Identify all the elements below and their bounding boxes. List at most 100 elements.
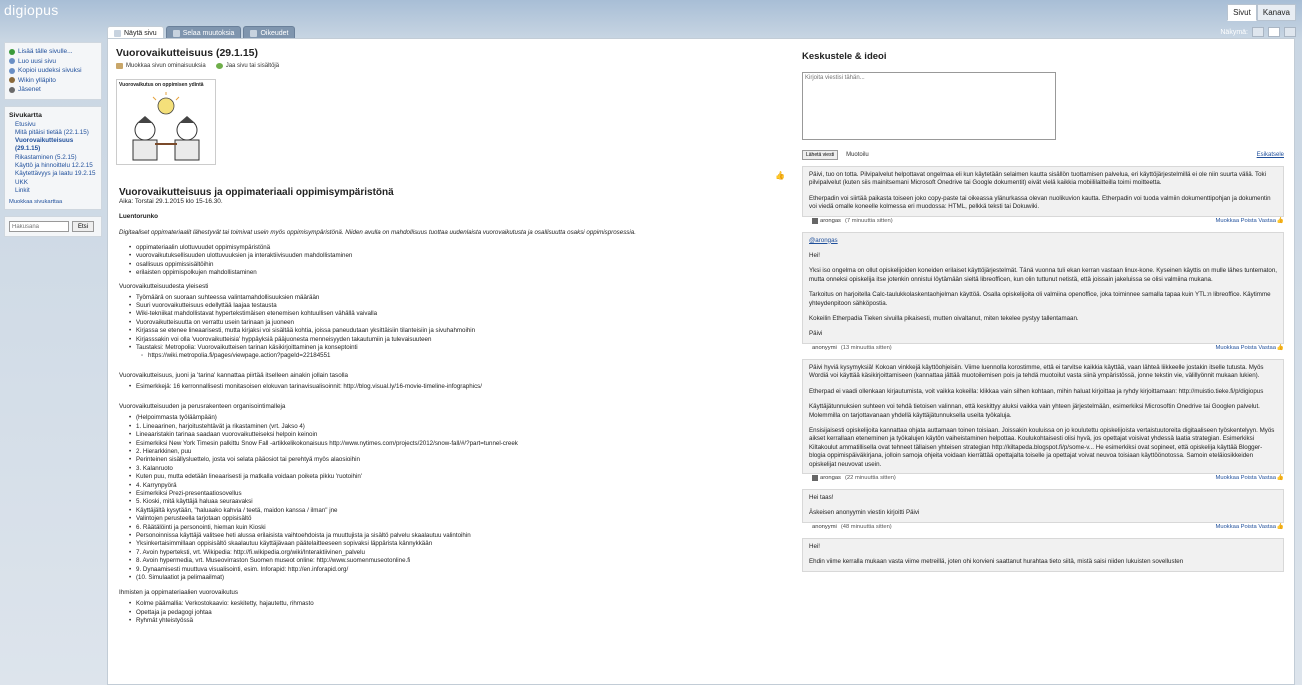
list-dimensions: oppimateriaalin ulottuvuudet oppimisympä… bbox=[129, 244, 776, 278]
send-button[interactable]: Lähetä viesti bbox=[802, 150, 839, 160]
sidebar-action[interactable]: Luo uusi sivu bbox=[9, 57, 97, 67]
main-panel: Vuorovaikutteisuus (29.1.15) Muokkaa siv… bbox=[107, 38, 1295, 685]
message-actions[interactable]: Muokkaa Poista Vastaa bbox=[1216, 345, 1276, 351]
thumbs-up-icon[interactable]: 👍 bbox=[775, 171, 785, 180]
page-content: Vuorovaikutteisuus (29.1.15) Muokkaa siv… bbox=[116, 45, 776, 626]
list-item: 5. Kioski, mitä käyttäjä haluaa seuraava… bbox=[129, 498, 776, 507]
chat-message: Päivi hyviä kysymyksiä! Kokoan vinkkejä … bbox=[802, 358, 1284, 474]
sidebar-action[interactable]: Jäsenet bbox=[9, 85, 97, 95]
chat-message: @arongas Hei! Yksi iso ongelma on ollut op… bbox=[802, 231, 1284, 344]
sitemap-list: Etusivu Mitä pitäisi tietää (22.1.15) Vuor… bbox=[9, 121, 97, 196]
view-split-icon[interactable] bbox=[1268, 27, 1280, 37]
share-link[interactable]: Jaa sivu tai sisältöjä bbox=[215, 63, 279, 69]
site-logo[interactable]: digiopus bbox=[4, 2, 59, 18]
section-general: Vuorovaikutteisuudesta yleisesti bbox=[119, 282, 209, 290]
action-icon bbox=[9, 48, 15, 55]
message-actions[interactable]: Muokkaa Poista Vastaa bbox=[1216, 475, 1276, 481]
list-item: Valintojen perusteella tarjotaan oppisis… bbox=[129, 515, 776, 524]
sidebar-action[interactable]: Wikin ylläpito bbox=[9, 76, 97, 86]
sitemap-item[interactable]: Käyttö ja hinnoittelu 12.2.15 bbox=[15, 162, 97, 170]
list-item: Taustaksi: Metropolia: Vuorovaikutteisen… bbox=[129, 344, 776, 353]
message-actions[interactable]: Muokkaa Poista Vastaa bbox=[1216, 218, 1276, 224]
message-paragraph: Etherpadin voi siirtää paikasta toiseen … bbox=[809, 194, 1271, 211]
section-heading: Vuorovaikutteisuus ja oppimateriaali opp… bbox=[119, 187, 394, 198]
tab-pages[interactable]: Sivut bbox=[1227, 4, 1257, 21]
tab-label: Oikeudet bbox=[260, 30, 289, 37]
sitemap-item[interactable]: UKK bbox=[15, 179, 97, 187]
page-icon bbox=[114, 30, 121, 37]
sitemap-item[interactable]: Rikastaminen (5.2.15) bbox=[15, 154, 97, 162]
avatar bbox=[812, 218, 818, 225]
message-paragraph: Käyttäjätunnuksien suhteen voi tehdä tie… bbox=[809, 403, 1260, 419]
sitemap-item[interactable]: Vuorovaikutteisuus (29.1.15) bbox=[15, 137, 97, 154]
image-caption: Vuorovaikutus on oppimisen ydintä bbox=[119, 82, 204, 88]
chat-panel: Keskustele & ideoi Lähetä viesti Muotoil… bbox=[802, 47, 1284, 572]
message-author[interactable]: anonyymi bbox=[812, 345, 837, 351]
search-box: Etsi bbox=[4, 216, 102, 238]
thumbs-up-icon[interactable]: 👍 bbox=[1277, 218, 1284, 224]
thumbs-up-icon[interactable]: 👍 bbox=[1277, 475, 1284, 481]
outline-heading: Luentorunko bbox=[119, 213, 159, 220]
sitemap-box: Sivukartta Etusivu Mitä pitäisi tietää (2… bbox=[4, 105, 102, 211]
page-title: Vuorovaikutteisuus (29.1.15) bbox=[116, 47, 258, 59]
list-item: 2. Hierarkkinen, puu bbox=[129, 448, 776, 457]
message-actions[interactable]: Muokkaa Poista Vastaa bbox=[1216, 524, 1276, 530]
list-interaction: Kolme päämallia: Verkostokaavio: keskite… bbox=[129, 600, 776, 626]
message-paragraph: Etherpad ei vaadi ollenkaan kirjautumist… bbox=[809, 387, 1264, 395]
list-item: 6. Räätälöinti ja personointi, hieman ku… bbox=[129, 524, 776, 533]
message-paragraph: Äskeisen anonyymin viestin kirjoitti Päi… bbox=[809, 509, 920, 517]
tab-channel[interactable]: Kanava bbox=[1256, 4, 1296, 21]
action-icon bbox=[9, 86, 15, 93]
view-single-icon[interactable] bbox=[1252, 27, 1264, 37]
message-time: (7 minuuttia sitten) bbox=[844, 218, 893, 225]
list-item: osallisuus oppimissisältöihin bbox=[129, 261, 776, 270]
sitemap-item[interactable]: Linkit bbox=[15, 187, 97, 195]
sidebar-action[interactable]: Lisää tälle sivulle... bbox=[9, 47, 97, 57]
message-paragraph: Päivi, tuo on totta. Pilvipalvelut helpo… bbox=[809, 171, 1266, 187]
list-models: (Helpoimmasta työläämpään)1. Lineaarinen… bbox=[129, 414, 776, 583]
sitemap-item[interactable]: Mitä pitäisi tietää (22.1.15) bbox=[15, 129, 97, 137]
list-item: Kirjasssakin voi olla 'vuorovaikutteisia… bbox=[129, 336, 776, 345]
search-button[interactable]: Etsi bbox=[72, 221, 95, 233]
section-interaction: Ihmisten ja oppimateriaalien vuorovaikut… bbox=[119, 589, 239, 597]
thumbs-up-icon[interactable]: 👍 bbox=[1277, 524, 1284, 530]
list-item: Käyttäjältä kysytään, "haluaako kahvia /… bbox=[129, 507, 776, 516]
list-item: oppimateriaalin ulottuvuudet oppimisympä… bbox=[129, 244, 776, 253]
list-item: Wiki-tekniikat mahdollistavat hypertekst… bbox=[129, 310, 776, 319]
view-chat-icon[interactable] bbox=[1284, 27, 1296, 37]
sidebar-actions: Lisää tälle sivulle... Luo uusi sivu Kopio… bbox=[4, 42, 102, 100]
message-paragraph: Kokeilin Etherpadia Tieken sivuilla pika… bbox=[809, 315, 1079, 323]
message-paragraph: Hei taas! bbox=[809, 493, 834, 501]
sidebar-action-label: Kopioi uudeksi sivuksi bbox=[18, 67, 82, 75]
edit-sitemap-link[interactable]: Muokkaa sivukarttaa bbox=[9, 199, 97, 205]
message-author[interactable]: arongas bbox=[820, 218, 841, 224]
top-view-switch: Sivut Kanava bbox=[1227, 4, 1296, 21]
avatar bbox=[812, 475, 818, 482]
action-icon bbox=[9, 67, 15, 74]
list-item: vuorovaikutuksellisuuden ulottuvuuksien … bbox=[129, 252, 776, 261]
chat-message: Päivi, tuo on totta. Pilvipalvelut helpo… bbox=[802, 166, 1284, 217]
thumbs-up-icon[interactable]: 👍 bbox=[1277, 345, 1284, 351]
list-item: Esimerkkejä: 16 kerronnallisesti monitas… bbox=[129, 383, 776, 392]
edit-icon bbox=[116, 63, 123, 69]
message-time: (48 minuuttia sitten) bbox=[840, 524, 892, 531]
sitemap-item[interactable]: Käytettävyys ja laatu 19.2.15 bbox=[15, 170, 97, 178]
message-time: (13 minuuttia sitten) bbox=[840, 345, 892, 352]
sidebar-action[interactable]: Kopioi uudeksi sivuksi bbox=[9, 66, 97, 76]
list-item: (10. Simulaatiot ja pelimaailmat) bbox=[129, 574, 776, 583]
list-item: (Helpoimmasta työläämpään) bbox=[129, 414, 776, 423]
preview-link[interactable]: Esikatsele bbox=[1257, 152, 1284, 158]
tab-label: Näytä sivu bbox=[124, 30, 157, 37]
list-item: 1. Lineaarinen, harjoitustehtävät ja rik… bbox=[129, 423, 776, 432]
message-author[interactable]: arongas bbox=[820, 475, 841, 481]
message-author[interactable]: anonyymi bbox=[812, 524, 837, 530]
message-input[interactable] bbox=[802, 72, 1056, 140]
search-input[interactable] bbox=[9, 221, 69, 233]
list-item: Vuorovaikutteisuutta on verrattu usein t… bbox=[129, 319, 776, 328]
lock-icon bbox=[250, 30, 258, 37]
format-link[interactable]: Muotoilu bbox=[846, 152, 869, 158]
edit-props-link[interactable]: Muokkaa sivun ominaisuuksia bbox=[116, 63, 206, 69]
list-item: 4. Karrynpyörä bbox=[129, 482, 776, 491]
sitemap-item[interactable]: Etusivu bbox=[15, 121, 97, 129]
sidebar-action-label: Jäsenet bbox=[18, 86, 41, 94]
